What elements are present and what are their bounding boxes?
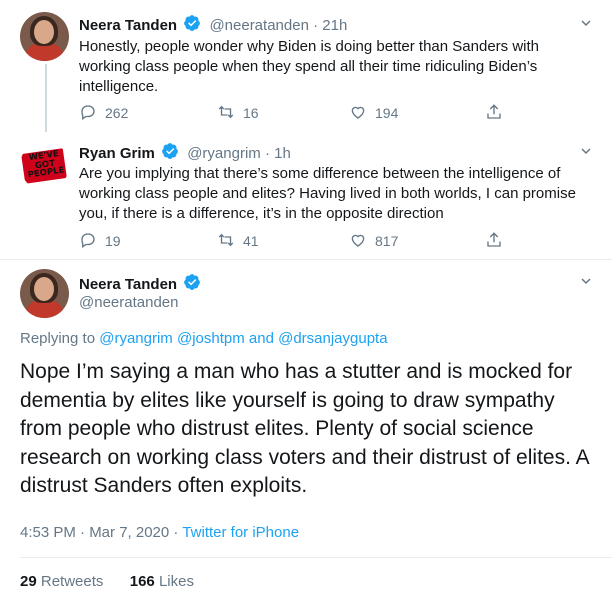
- tweet-stats: 29 Retweets 166 Likes: [20, 573, 194, 590]
- reply-and-text: and: [248, 330, 274, 347]
- reply-count: 262: [105, 105, 129, 121]
- tweet-source-link[interactable]: Twitter for iPhone: [182, 524, 299, 541]
- tweet-text: Nope I’m saying a man who has a stutter …: [20, 360, 589, 497]
- reply-icon: [81, 233, 95, 249]
- author-handle[interactable]: @ryangrim: [187, 145, 261, 162]
- chevron-down-icon[interactable]: [580, 275, 592, 287]
- reply-mention-link[interactable]: @joshtpm: [177, 330, 245, 347]
- retweets-label: Retweets: [40, 573, 104, 590]
- chevron-down-icon[interactable]: [580, 17, 592, 29]
- author-handle[interactable]: @neeratanden: [209, 17, 308, 34]
- tweet-meta: 4:53 PM · Mar 7, 2020 · Twitter for iPho…: [20, 524, 299, 541]
- likes-count: 166: [129, 573, 155, 590]
- reply-button[interactable]: 19: [79, 231, 121, 249]
- verified-icon: [184, 15, 201, 31]
- tweet-text: Are you implying that there’s some diffe…: [79, 165, 576, 222]
- tweet-header: Ryan Grim @ryangrim · 1h: [79, 142, 291, 162]
- thread-line: [45, 64, 47, 132]
- retweet-icon: [218, 233, 234, 247]
- reply-mention-link[interactable]: @ryangrim: [99, 330, 173, 347]
- author-handle[interactable]: @neeratanden: [79, 294, 178, 311]
- like-count: 194: [375, 105, 399, 121]
- likes-stat[interactable]: 166 Likes: [130, 573, 194, 590]
- retweet-count: 41: [243, 233, 259, 249]
- tweet-time[interactable]: 21h: [322, 17, 347, 34]
- verified-icon: [162, 143, 178, 159]
- like-button[interactable]: 817: [349, 231, 398, 249]
- tweet-time[interactable]: 1h: [274, 145, 291, 162]
- avatar[interactable]: [20, 269, 69, 318]
- avatar-logo-text: WE'VE GOT PEOPLE: [27, 149, 66, 181]
- author-name[interactable]: Neera Tanden: [79, 276, 177, 293]
- tweet-header: Neera Tanden @neeratanden · 21h: [79, 14, 347, 34]
- retweet-button[interactable]: 41: [217, 231, 259, 249]
- separator: ·: [264, 145, 275, 162]
- share-button[interactable]: [485, 103, 511, 121]
- heart-icon: [351, 106, 365, 119]
- avatar[interactable]: [20, 12, 69, 61]
- like-count: 817: [375, 233, 399, 249]
- author-name-row[interactable]: Neera Tanden: [79, 273, 205, 293]
- retweet-button[interactable]: 16: [217, 103, 259, 121]
- author-name[interactable]: Neera Tanden: [79, 17, 177, 34]
- retweets-stat[interactable]: 29 Retweets: [20, 573, 103, 590]
- replying-to: Replying to @ryangrim @joshtpm and @drsa…: [20, 330, 388, 347]
- reply-icon: [81, 105, 95, 121]
- retweets-count: 29: [20, 573, 37, 590]
- retweet-icon: [218, 105, 234, 119]
- like-button[interactable]: 194: [349, 103, 398, 121]
- reply-count: 19: [105, 233, 121, 249]
- reply-mention-link[interactable]: @drsanjaygupta: [278, 330, 387, 347]
- separator: ·: [173, 524, 179, 541]
- reply-button[interactable]: 262: [79, 103, 128, 121]
- avatar[interactable]: WE'VE GOT PEOPLE: [20, 141, 69, 190]
- likes-label: Likes: [158, 573, 194, 590]
- separator: ·: [313, 17, 323, 34]
- tweet-timestamp[interactable]: 4:53 PM · Mar 7, 2020: [20, 524, 169, 541]
- chevron-down-icon[interactable]: [580, 145, 592, 157]
- verified-icon: [184, 274, 201, 290]
- divider: [20, 557, 612, 558]
- tweet-text: Honestly, people wonder why Biden is doi…: [79, 38, 539, 95]
- heart-icon: [351, 234, 365, 247]
- author-name[interactable]: Ryan Grim: [79, 145, 155, 162]
- replying-to-label: Replying to: [20, 330, 96, 347]
- share-icon: [487, 232, 501, 247]
- share-button[interactable]: [485, 231, 511, 249]
- share-icon: [487, 104, 501, 119]
- retweet-count: 16: [243, 105, 259, 121]
- divider: [0, 259, 612, 260]
